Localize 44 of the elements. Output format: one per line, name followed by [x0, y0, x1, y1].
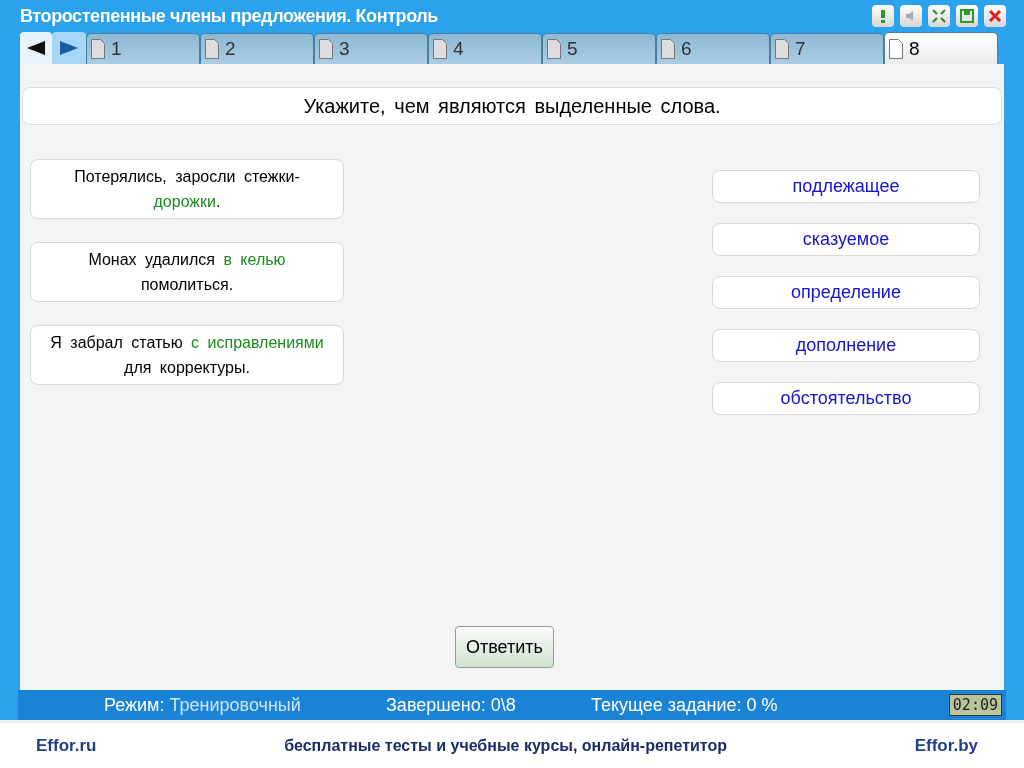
question-tab[interactable]: 2 — [200, 33, 314, 64]
answer-option[interactable]: обстоятельство — [712, 382, 980, 415]
question-text: Укажите, чем являются выделенные слова. — [22, 87, 1002, 125]
question-tab[interactable]: 1 — [86, 33, 200, 64]
site-link[interactable]: Effor.by — [914, 735, 978, 756]
sentence-card[interactable]: Я забрал статью с исправлениями для корректуры. — [30, 325, 344, 385]
speaker-icon[interactable] — [900, 5, 922, 27]
mode-label: Режим: — [104, 694, 165, 715]
window-title: Второстепенные члены предложения. Контроль — [20, 5, 438, 27]
answer-option[interactable]: сказуемое — [712, 223, 980, 256]
completed-count: Завершено: 0\8 — [386, 694, 517, 716]
page-icon — [547, 39, 561, 59]
page-icon — [319, 39, 333, 59]
mode-value: Тренировочный — [169, 694, 301, 715]
save-icon[interactable] — [956, 5, 978, 27]
answer-option[interactable]: определение — [712, 276, 980, 309]
current-task-text: Текущее задание: 0 % — [591, 694, 779, 716]
previous-tab-button[interactable] — [20, 32, 52, 64]
question-tab[interactable]: 8 — [884, 32, 998, 64]
page-icon — [889, 38, 903, 59]
question-tab[interactable]: 6 — [656, 33, 770, 64]
sentence-card[interactable]: Потерялись, заросли стежки- дорожки. — [30, 159, 344, 219]
next-tab-button[interactable] — [52, 32, 86, 64]
question-tab[interactable]: 7 — [770, 33, 884, 64]
answer-option[interactable]: дополнение — [712, 329, 980, 362]
page-icon — [91, 39, 105, 59]
exclamation-icon[interactable] — [872, 5, 894, 27]
timer: 02:09 — [948, 694, 1002, 716]
footer-tagline: бесплатные тесты и учебные курсы, онлайн-репетитор — [284, 736, 728, 755]
right-arrow-icon — [60, 41, 78, 55]
page-icon — [205, 39, 219, 59]
sentence-card[interactable]: Монах удалился в келью помолиться. — [30, 242, 344, 302]
left-arrow-icon — [27, 41, 45, 55]
page-icon — [661, 39, 675, 59]
question-tab[interactable]: 5 — [542, 33, 656, 64]
answer-button[interactable]: Ответить — [455, 626, 554, 668]
close-icon[interactable] — [984, 5, 1006, 27]
page-icon — [433, 39, 447, 59]
page-icon — [775, 39, 789, 59]
site-link[interactable]: Effor.ru — [36, 735, 97, 756]
answer-option[interactable]: подлежащее — [712, 170, 980, 203]
question-tab[interactable]: 4 — [428, 33, 542, 64]
question-tab[interactable]: 3 — [314, 33, 428, 64]
collapse-icon[interactable] — [928, 5, 950, 27]
